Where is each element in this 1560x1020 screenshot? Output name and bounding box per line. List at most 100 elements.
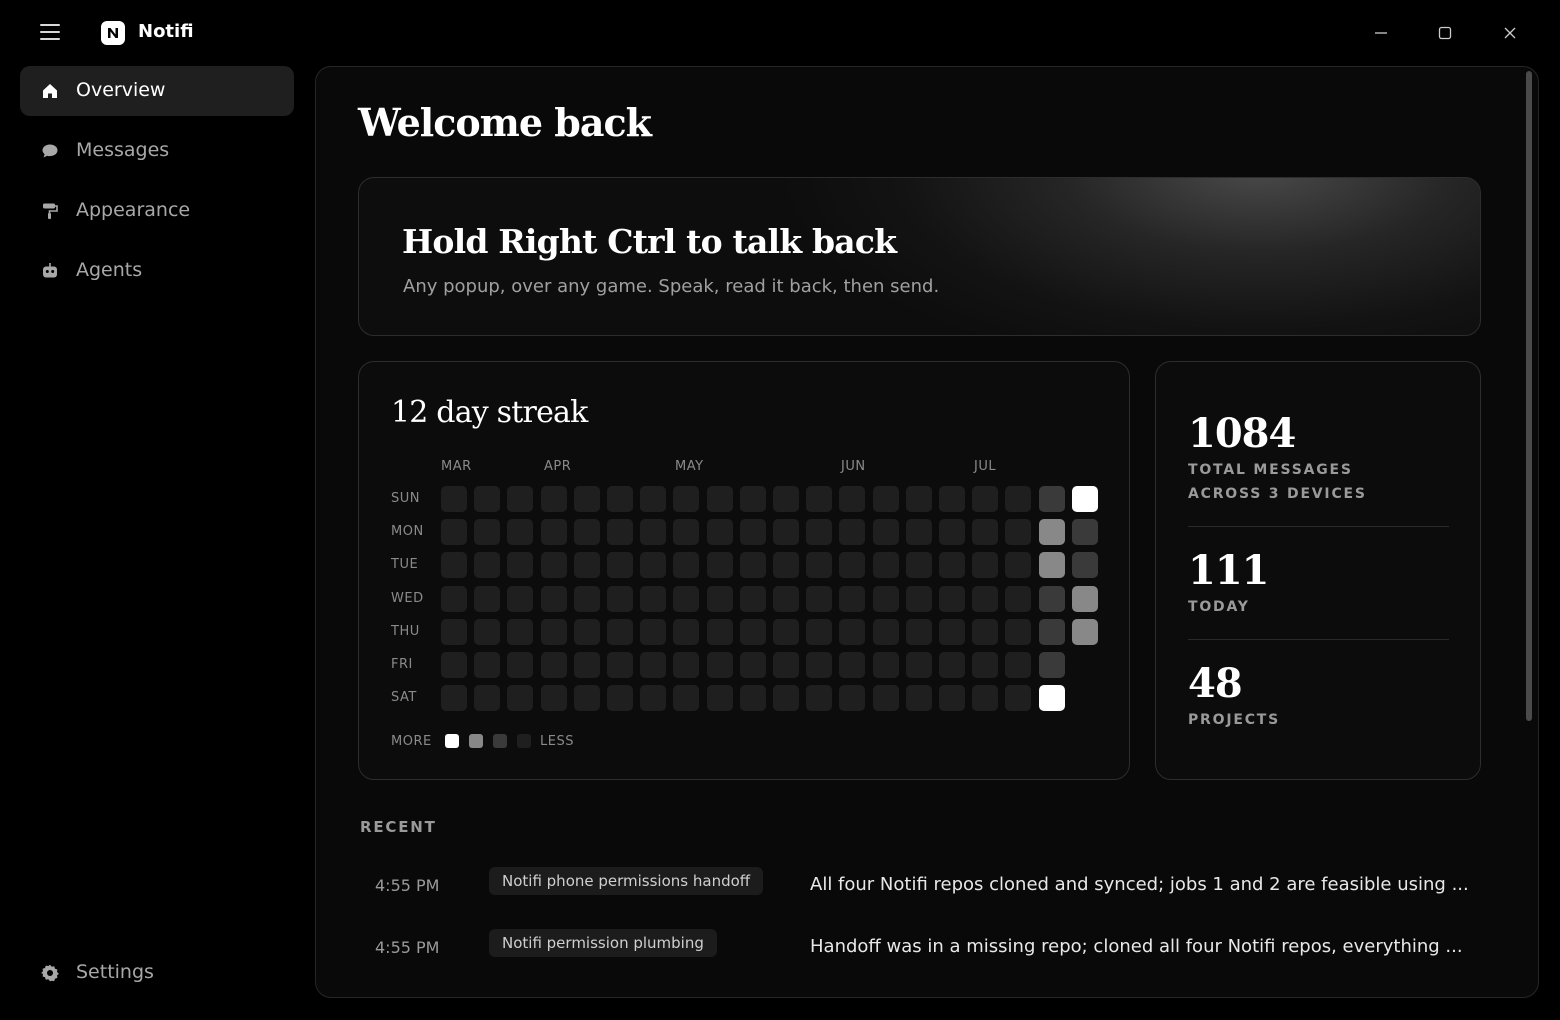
legend-more-label: MORE	[391, 734, 432, 749]
month-label: MAR	[441, 459, 472, 474]
sidebar-item-appearance[interactable]: Appearance	[20, 186, 294, 236]
sidebar-item-messages[interactable]: Messages	[20, 126, 294, 176]
heatmap-cell	[872, 585, 899, 612]
heatmap-cell	[441, 552, 467, 579]
heatmap-cell	[474, 685, 501, 712]
sidebar-item-agents[interactable]: Agents	[20, 246, 294, 296]
recent-row[interactable]: 4:55 PM Notifi phone permissions handoff…	[360, 867, 1480, 907]
chat-bubble-icon	[42, 144, 58, 158]
heatmap-cell	[1038, 618, 1065, 645]
sidebar-item-label: Settings	[76, 961, 154, 983]
heatmap-cell	[441, 585, 467, 612]
heatmap-cell	[773, 618, 799, 645]
heatmap-cell	[474, 652, 501, 678]
month-label: MAY	[675, 459, 704, 474]
heatmap-cell	[1038, 519, 1065, 546]
heatmap-cell	[773, 552, 799, 579]
legend-less-label: LESS	[540, 734, 574, 749]
heatmap-cell	[972, 552, 999, 579]
heatmap-cell	[773, 519, 799, 546]
sidebar: Overview Messages Appearance Agents Sett…	[20, 66, 294, 1016]
recent-row[interactable]: 4:55 PM Notifi permission plumbing Hando…	[360, 929, 1480, 969]
close-button[interactable]	[1495, 18, 1525, 48]
heatmap-cell	[939, 585, 965, 612]
page-title: Welcome back	[358, 100, 652, 145]
heatmap-cell	[1071, 585, 1098, 612]
sidebar-item-overview[interactable]: Overview	[20, 66, 294, 116]
heatmap-cell	[573, 685, 600, 712]
heatmap-cell	[872, 486, 899, 512]
heatmap-cell	[739, 552, 766, 579]
paint-roller-icon	[43, 203, 58, 219]
heatmap-cell	[806, 585, 833, 612]
heatmap-cell	[507, 585, 534, 612]
heatmap-cell	[540, 685, 567, 712]
maximize-button[interactable]	[1430, 18, 1460, 48]
sidebar-item-label: Overview	[76, 79, 166, 101]
message-summary: All four Notifi repos cloned and synced;…	[810, 874, 1469, 895]
heatmap-cell	[573, 652, 600, 678]
heatmap-cell	[1071, 519, 1098, 546]
heatmap-cell	[939, 519, 965, 546]
today-label: TODAY	[1188, 599, 1250, 615]
heatmap-cell	[939, 486, 965, 512]
project-tag[interactable]: Notifi permission plumbing	[489, 929, 717, 957]
day-label: TUE	[391, 557, 419, 572]
heatmap-cell	[739, 618, 766, 645]
heatmap-cell	[872, 652, 899, 678]
day-label: SAT	[391, 690, 417, 705]
robot-icon	[43, 263, 57, 278]
heatmap-cell	[1005, 552, 1032, 579]
sidebar-item-settings[interactable]: Settings	[20, 948, 294, 998]
heatmap-cell	[939, 552, 965, 579]
heatmap-cell	[640, 519, 667, 546]
recent-heading: RECENT	[360, 818, 437, 836]
menu-icon[interactable]	[40, 24, 60, 42]
heatmap-cell	[441, 618, 467, 645]
heatmap-cell	[573, 585, 600, 612]
heatmap-cell	[739, 519, 766, 546]
heatmap-cell	[773, 685, 799, 712]
minimize-button[interactable]	[1366, 18, 1396, 48]
heatmap-cell	[673, 552, 700, 579]
heatmap-cell	[872, 519, 899, 546]
heatmap-cell	[640, 552, 667, 579]
heatmap-cell	[706, 618, 733, 645]
heatmap-cell	[673, 585, 700, 612]
heatmap-cell	[607, 552, 633, 579]
heatmap-cell	[972, 685, 999, 712]
heatmap-cell	[839, 618, 866, 645]
heatmap-cell	[1005, 486, 1032, 512]
home-icon	[43, 84, 57, 98]
day-label: THU	[391, 624, 420, 639]
heatmap-cell	[607, 585, 633, 612]
heatmap-cell	[474, 618, 501, 645]
heatmap-cell	[739, 652, 766, 678]
heatmap-cell	[1038, 652, 1065, 678]
heatmap-cell	[640, 618, 667, 645]
sidebar-item-label: Agents	[76, 259, 143, 281]
heatmap-cell	[872, 685, 899, 712]
heatmap-cell	[905, 552, 932, 579]
heatmap-cell	[1005, 618, 1032, 645]
heatmap-cell	[573, 486, 600, 512]
heatmap-cell	[706, 585, 733, 612]
total-messages-label: TOTAL MESSAGES	[1188, 462, 1353, 478]
scrollbar-thumb[interactable]	[1526, 71, 1532, 721]
project-tag[interactable]: Notifi phone permissions handoff	[489, 867, 764, 895]
heatmap-cell	[474, 552, 501, 579]
projects-value: 48	[1188, 660, 1243, 707]
heatmap-cell	[573, 552, 600, 579]
app-name: Notifi	[138, 21, 194, 42]
title-bar: Notifi	[0, 0, 1560, 66]
heatmap-cell	[905, 652, 932, 678]
heatmap-cell	[839, 486, 866, 512]
heatmap-cell	[1005, 585, 1032, 612]
devices-label: ACROSS 3 DEVICES	[1188, 486, 1367, 502]
legend-swatch	[493, 734, 507, 748]
heatmap-cell	[972, 585, 999, 612]
heatmap-cell	[806, 652, 833, 678]
heatmap-cell	[706, 486, 733, 512]
heatmap-cell	[607, 486, 633, 512]
heatmap-cell	[507, 552, 534, 579]
